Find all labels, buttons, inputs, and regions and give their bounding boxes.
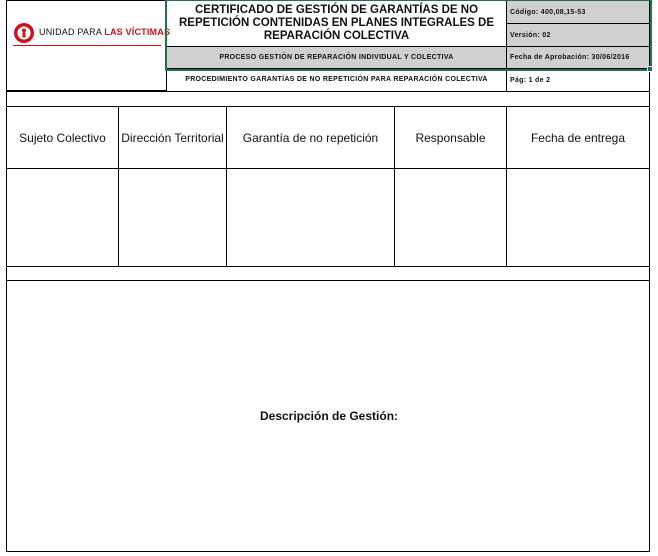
- logo-text: UNIDAD PARA LAS VÍCTIMAS: [39, 27, 170, 37]
- spacer-row-2[interactable]: [6, 266, 650, 281]
- logo-emblem-icon: [14, 23, 34, 43]
- logo-text-b: LAS VÍCTIMAS: [104, 27, 171, 37]
- logo-cell: UNIDAD PARA LAS VÍCTIMAS: [6, 0, 170, 91]
- logo-underline: [13, 45, 161, 46]
- spacer-row[interactable]: [6, 91, 650, 107]
- selection-outline[interactable]: [165, 0, 652, 71]
- data-cell-fecha[interactable]: [506, 168, 650, 267]
- selection-fill-handle[interactable]: [647, 66, 653, 72]
- data-cell-sujeto[interactable]: [6, 168, 119, 267]
- procedure-label[interactable]: PROCEDIMIENTO GARANTÍAS DE NO REPETICIÓN…: [166, 68, 507, 92]
- column-header-fecha[interactable]: Fecha de entrega: [506, 106, 650, 169]
- description-cell[interactable]: Descripción de Gestión:: [6, 280, 650, 552]
- description-label: Descripción de Gestión:: [259, 409, 399, 423]
- column-header-direccion[interactable]: Dirección Territorial: [118, 106, 227, 169]
- column-header-sujeto[interactable]: Sujeto Colectivo: [6, 106, 119, 169]
- column-header-garantia[interactable]: Garantía de no repetición: [226, 106, 395, 169]
- logo: UNIDAD PARA LAS VÍCTIMAS: [11, 21, 170, 45]
- data-cell-garantia[interactable]: [226, 168, 395, 267]
- logo-text-a: UNIDAD PARA: [39, 27, 105, 37]
- data-cell-direccion[interactable]: [118, 168, 227, 267]
- page-number-cell[interactable]: Pág: 1 de 2: [506, 68, 650, 92]
- column-header-responsable[interactable]: Responsable: [394, 106, 507, 169]
- data-cell-responsable[interactable]: [394, 168, 507, 267]
